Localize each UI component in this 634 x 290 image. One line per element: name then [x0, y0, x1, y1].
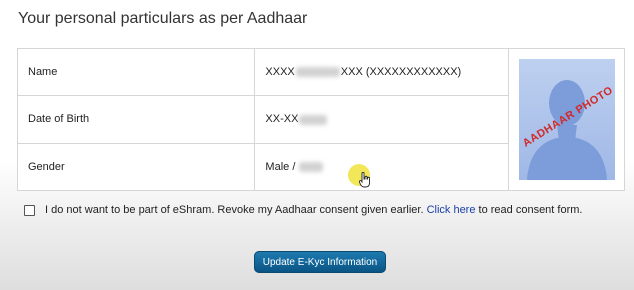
- redacted-mask: [299, 162, 324, 173]
- name-value-end: XXX (XXXXXXXXXXXX): [340, 65, 462, 78]
- hand-cursor-icon: [359, 172, 370, 188]
- dob-value: XX-XX: [254, 95, 509, 145]
- details-panel: Name XXXX XXX (XXXXXXXXXXXX) Date of Birt…: [17, 48, 625, 191]
- update-ekyc-button[interactable]: Update E-Kyc Information: [254, 251, 386, 273]
- table-row: Name XXXX XXX (XXXXXXXXXXXX): [18, 49, 509, 96]
- consent-text-end: to read consent form.: [478, 204, 583, 216]
- consent-text: I do not want to be part of eShram. Revo…: [45, 204, 424, 216]
- aadhaar-photo: AADHAAR PHOTO: [518, 59, 615, 180]
- revoke-consent-checkbox[interactable]: [24, 204, 35, 216]
- gender-value-start: Male /: [265, 161, 299, 174]
- details-table: Name XXXX XXX (XXXXXXXXXXXX) Date of Birt…: [18, 49, 509, 190]
- consent-form-link[interactable]: Click here: [427, 204, 476, 216]
- name-label: Name: [18, 49, 256, 96]
- table-row: Gender Male /: [18, 143, 509, 190]
- gender-label: Gender: [18, 143, 256, 190]
- name-value: XXXX XXX (XXXXXXXXXXXX): [254, 49, 509, 96]
- redacted-mask: [295, 67, 340, 78]
- redacted-mask: [299, 114, 328, 125]
- dob-value-start: XX-XX: [265, 113, 299, 126]
- page-title: Your personal particulars as per Aadhaar: [18, 10, 308, 27]
- gender-value: Male /: [254, 143, 509, 190]
- photo-cell: AADHAAR PHOTO: [509, 49, 624, 190]
- dob-label: Date of Birth: [18, 95, 256, 145]
- name-value-start: XXXX: [265, 65, 295, 78]
- table-row: Date of Birth XX-XX: [18, 95, 509, 145]
- consent-row: I do not want to be part of eShram. Revo…: [24, 204, 582, 216]
